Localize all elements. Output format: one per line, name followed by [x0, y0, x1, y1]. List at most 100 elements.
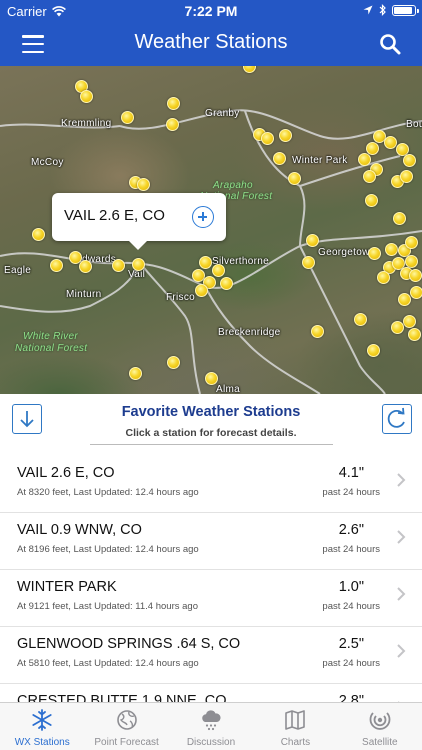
station-marker[interactable]	[391, 321, 404, 334]
station-marker[interactable]	[32, 228, 45, 241]
snow-amount: 1.0"	[338, 579, 364, 595]
snow-amount: 4.1"	[338, 465, 364, 481]
station-marker[interactable]	[405, 236, 418, 249]
plus-circle-icon[interactable]	[192, 206, 214, 228]
bluetooth-icon	[379, 4, 386, 16]
map-label-kremmling: Kremmling	[61, 118, 112, 129]
station-marker[interactable]	[306, 234, 319, 247]
station-name: VAIL 0.9 WNW, CO	[17, 522, 142, 538]
amount-period: past 24 hours	[322, 544, 380, 555]
station-marker[interactable]	[112, 259, 125, 272]
station-marker[interactable]	[363, 170, 376, 183]
station-marker[interactable]	[79, 260, 92, 273]
station-row[interactable]: VAIL 0.9 WNW, CO At 8196 feet, Last Updat…	[0, 513, 422, 570]
station-marker[interactable]	[212, 264, 225, 277]
map-label-breckenridge: Breckenridge	[218, 327, 281, 338]
station-marker[interactable]	[403, 154, 416, 167]
station-marker[interactable]	[302, 256, 315, 269]
snow-amount: 2.6"	[338, 522, 364, 538]
station-row[interactable]: CRESTED BUTTE 1.9 NNE, CO 2.8"	[0, 684, 422, 702]
station-row[interactable]: WINTER PARK At 9121 feet, Last Updated: 1…	[0, 570, 422, 627]
status-right	[363, 4, 419, 16]
map-label-minturn: Minturn	[66, 289, 102, 300]
tab-charts[interactable]: Charts	[253, 703, 337, 750]
station-marker[interactable]	[199, 256, 212, 269]
tab-point-forecast[interactable]: Point Forecast	[84, 703, 168, 750]
station-marker[interactable]	[50, 259, 63, 272]
station-marker[interactable]	[403, 315, 416, 328]
station-marker[interactable]	[377, 271, 390, 284]
favorites-title: Favorite Weather Stations	[121, 404, 301, 420]
station-marker[interactable]	[400, 170, 413, 183]
station-marker[interactable]	[365, 194, 378, 207]
station-marker[interactable]	[410, 286, 422, 299]
station-marker[interactable]	[279, 129, 292, 142]
station-callout[interactable]: VAIL 2.6 E, CO	[52, 193, 226, 250]
map-label-mccoy: McCoy	[31, 157, 64, 168]
chevron-right-icon	[397, 644, 406, 658]
map-label-georgetown: Georgetow	[318, 247, 370, 258]
map-label-winter-park: Winter Park	[292, 155, 348, 166]
station-marker[interactable]	[368, 247, 381, 260]
station-marker[interactable]	[393, 212, 406, 225]
station-marker[interactable]	[311, 325, 324, 338]
callout-station-name: VAIL 2.6 E, CO	[64, 207, 165, 224]
tab-discussion[interactable]: Discussion	[169, 703, 253, 750]
station-marker[interactable]	[195, 284, 208, 297]
station-marker[interactable]	[288, 172, 301, 185]
battery-level	[394, 6, 412, 14]
station-marker[interactable]	[366, 142, 379, 155]
map-label-arapaho: Arapaho	[213, 180, 253, 191]
search-icon[interactable]	[378, 32, 402, 56]
station-marker[interactable]	[167, 356, 180, 369]
satellite-icon	[368, 708, 392, 732]
refresh-icon[interactable]	[382, 404, 412, 434]
station-marker[interactable]	[132, 258, 145, 271]
station-marker[interactable]	[137, 178, 150, 191]
station-marker[interactable]	[367, 344, 380, 357]
station-marker[interactable]	[167, 97, 180, 110]
tab-label: WX Stations	[14, 737, 70, 748]
amount-period: past 24 hours	[322, 487, 380, 498]
station-meta: At 8196 feet, Last Updated: 12.4 hours a…	[17, 544, 199, 555]
station-marker[interactable]	[273, 152, 286, 165]
map-label-national-forest-2: National Forest	[15, 343, 88, 354]
station-marker[interactable]	[121, 111, 134, 124]
amount-period: past 24 hours	[322, 601, 380, 612]
station-marker[interactable]	[354, 313, 367, 326]
favorites-header: Favorite Weather Stations Click a statio…	[0, 394, 422, 448]
station-marker[interactable]	[409, 269, 422, 282]
page-title: Weather Stations	[134, 31, 288, 53]
station-row[interactable]: VAIL 2.6 E, CO At 8320 feet, Last Updated…	[0, 456, 422, 513]
station-name: CRESTED BUTTE 1.9 NNE, CO	[17, 693, 227, 702]
tab-satellite[interactable]: Satellite	[338, 703, 422, 750]
tab-label: Charts	[280, 737, 311, 748]
station-name: VAIL 2.6 E, CO	[17, 465, 115, 481]
amount-period: past 24 hours	[322, 658, 380, 669]
favorites-subtitle: Click a station for forecast details.	[125, 427, 297, 439]
station-marker[interactable]	[205, 372, 218, 385]
station-marker[interactable]	[398, 293, 411, 306]
station-marker[interactable]	[408, 328, 421, 341]
station-marker[interactable]	[129, 367, 142, 380]
station-row[interactable]: GLENWOOD SPRINGS .64 S, CO At 5810 feet, …	[0, 627, 422, 684]
status-time: 7:22 PM	[184, 3, 238, 19]
globe-icon	[115, 708, 139, 732]
station-marker[interactable]	[80, 90, 93, 103]
chevron-right-icon	[397, 587, 406, 601]
station-marker[interactable]	[358, 153, 371, 166]
station-map[interactable]: Kremmling Granby McCoy Winter Park Arapa…	[0, 66, 422, 394]
chevron-right-icon	[397, 473, 406, 487]
tab-label: Satellite	[362, 737, 398, 748]
station-marker[interactable]	[166, 118, 179, 131]
station-marker[interactable]	[220, 277, 233, 290]
map-label-granby: Granby	[205, 108, 240, 119]
tab-wx-stations[interactable]: WX Stations	[0, 703, 84, 750]
station-meta: At 8320 feet, Last Updated: 12.4 hours a…	[17, 487, 199, 498]
station-marker[interactable]	[384, 136, 397, 149]
battery-icon	[392, 4, 419, 16]
station-list[interactable]: VAIL 2.6 E, CO At 8320 feet, Last Updated…	[0, 456, 422, 702]
station-marker[interactable]	[261, 132, 274, 145]
snow-amount: 2.5"	[338, 636, 364, 652]
station-marker[interactable]	[385, 243, 398, 256]
